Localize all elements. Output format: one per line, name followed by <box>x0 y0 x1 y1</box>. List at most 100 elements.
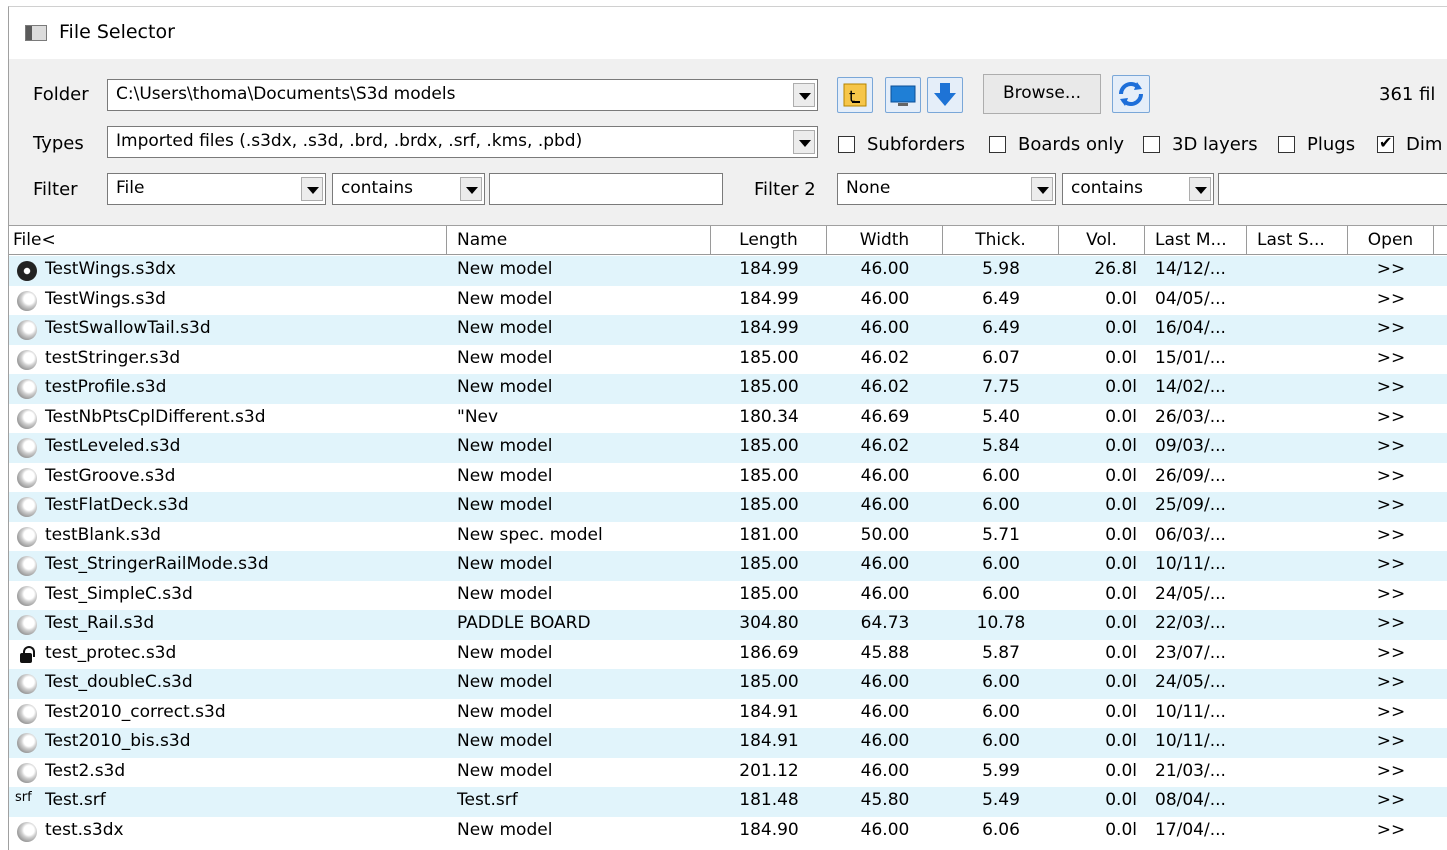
col-header-last-modified[interactable]: Last M... <box>1145 226 1247 255</box>
board-icon <box>17 703 37 724</box>
checkbox-box[interactable] <box>989 136 1006 153</box>
table-row[interactable]: testBlank.s3d New spec. model 181.00 50.00 5… <box>9 522 1447 552</box>
cell-open[interactable]: >> <box>1348 554 1434 574</box>
table-row[interactable]: Test_SimpleC.s3d New model 185.00 46.00 6.00… <box>9 581 1447 611</box>
col-header-name[interactable]: Name <box>447 226 711 255</box>
cell-thick: 6.49 <box>982 318 1020 338</box>
cell-length: 181.48 <box>739 790 799 810</box>
cell-width: 46.00 <box>860 288 910 309</box>
cell-file: test.s3dx <box>45 819 124 840</box>
dim-checkbox[interactable]: Dim <box>1377 133 1442 155</box>
cell-vol: 0.0l <box>1105 495 1137 515</box>
cell-thick: 6.49 <box>982 288 1020 309</box>
filter-field-combo[interactable]: File <box>107 173 326 205</box>
cell-open[interactable]: >> <box>1348 525 1434 545</box>
plugs-checkbox[interactable]: Plugs <box>1278 134 1355 155</box>
cell-open[interactable]: >> <box>1348 731 1434 751</box>
folder-up-icon: t <box>843 83 867 107</box>
cell-width: 46.69 <box>860 406 910 427</box>
col-header-thick[interactable]: Thick. <box>943 226 1059 255</box>
download-button[interactable] <box>927 77 963 113</box>
table-row[interactable]: Test_Rail.s3d PADDLE BOARD 304.80 64.73 10.7… <box>9 610 1447 640</box>
table-row[interactable]: testStringer.s3d New model 185.00 46.02 6.07… <box>9 345 1447 375</box>
chevron-down-icon[interactable] <box>301 177 323 201</box>
browse-button[interactable]: Browse... <box>983 74 1101 114</box>
table-row[interactable]: TestWings.s3d New model 184.99 46.00 6.49 0.0… <box>9 286 1447 316</box>
cell-open[interactable]: >> <box>1348 318 1434 338</box>
table-row[interactable]: srf Test.srf Test.srf 181.48 45.80 5.49 0.0l 08… <box>9 787 1447 817</box>
types-combo[interactable]: Imported files (.s3dx, .s3d, .brd, .brdx… <box>107 126 818 158</box>
table-row[interactable]: TestNbPtsCplDifferent.s3d "Nev 180.34 46.69… <box>9 404 1447 434</box>
cell-open[interactable]: >> <box>1348 790 1434 810</box>
checkbox-box[interactable] <box>1143 136 1160 153</box>
col-header-vol[interactable]: Vol. <box>1059 226 1145 255</box>
cell-open[interactable]: >> <box>1348 495 1434 515</box>
table-row[interactable]: Test_doubleC.s3d New model 185.00 46.00 6.00… <box>9 669 1447 699</box>
cell-open[interactable]: >> <box>1348 466 1434 486</box>
table-row[interactable]: TestLeveled.s3d New model 185.00 46.02 5.84 0… <box>9 433 1447 463</box>
filter-op-combo[interactable]: contains <box>332 173 485 205</box>
lock-icon <box>17 644 37 665</box>
filter2-field-combo[interactable]: None <box>837 173 1056 205</box>
cell-thick: 6.00 <box>982 701 1020 722</box>
cell-open[interactable]: >> <box>1348 348 1434 368</box>
col-header-length[interactable]: Length <box>711 226 827 255</box>
chevron-down-icon[interactable] <box>793 83 815 107</box>
filter2-op-value: contains <box>1071 178 1143 198</box>
cell-open[interactable]: >> <box>1348 613 1434 633</box>
chevron-down-icon[interactable] <box>1031 177 1053 201</box>
cell-open[interactable]: >> <box>1348 436 1434 456</box>
cell-name: New model <box>457 288 553 309</box>
cell-open[interactable]: >> <box>1348 820 1434 840</box>
cell-open[interactable]: >> <box>1348 761 1434 781</box>
cell-open[interactable]: >> <box>1348 259 1434 279</box>
col-header-last-saved[interactable]: Last S... <box>1247 226 1348 255</box>
filter2-op-combo[interactable]: contains <box>1062 173 1214 205</box>
3d-layers-checkbox[interactable]: 3D layers <box>1143 134 1258 155</box>
cell-name: New model <box>457 465 553 486</box>
checkbox-box[interactable] <box>1278 136 1295 153</box>
cell-open[interactable]: >> <box>1348 584 1434 604</box>
filter-text-input[interactable] <box>489 173 723 205</box>
table-row[interactable]: TestSwallowTail.s3d New model 184.99 46.00 6… <box>9 315 1447 345</box>
cell-open[interactable]: >> <box>1348 289 1434 309</box>
cell-thick: 6.00 <box>982 672 1020 692</box>
desktop-button[interactable] <box>885 77 921 113</box>
col-header-width[interactable]: Width <box>827 226 943 255</box>
table-row[interactable]: test_protec.s3d New model 186.69 45.88 5.87 0… <box>9 640 1447 670</box>
board-icon <box>17 320 37 340</box>
chevron-down-icon[interactable] <box>460 177 482 201</box>
checkbox-box[interactable] <box>1377 133 1394 153</box>
cell-open[interactable]: >> <box>1348 702 1434 722</box>
filter2-text-input[interactable] <box>1218 173 1447 205</box>
table-row[interactable]: test.s3dx New model 184.90 46.00 6.06 0.0l 17/… <box>9 817 1447 847</box>
chevron-down-icon[interactable] <box>793 130 815 154</box>
cell-length: 186.69 <box>739 642 799 663</box>
table-row[interactable]: Test2010_correct.s3d New model 184.91 46.00… <box>9 699 1447 729</box>
col-header-file[interactable]: File< <box>9 226 447 255</box>
table-row[interactable]: TestGroove.s3d New model 185.00 46.00 6.00 0.… <box>9 463 1447 493</box>
subfolders-checkbox[interactable]: Subforders <box>838 134 965 155</box>
cell-open[interactable]: >> <box>1348 407 1434 427</box>
cell-lastm: 21/03/... <box>1155 760 1226 781</box>
cell-file: Test_Rail.s3d <box>45 613 155 633</box>
parent-folder-button[interactable]: t <box>837 77 873 113</box>
table-row[interactable]: TestFlatDeck.s3d New model 185.00 46.00 6.00… <box>9 492 1447 522</box>
boards-only-checkbox[interactable]: Boards only <box>989 134 1124 155</box>
cell-open[interactable]: >> <box>1348 672 1434 692</box>
table-row[interactable]: Test_StringerRailMode.s3d New model 185.00… <box>9 551 1447 581</box>
table-row[interactable]: Test2.s3d New model 201.12 46.00 5.99 0.0l 21/… <box>9 758 1447 788</box>
cell-lastm: 26/03/... <box>1155 406 1226 427</box>
cell-open[interactable]: >> <box>1348 643 1434 663</box>
col-header-open[interactable]: Open <box>1348 226 1434 255</box>
chevron-down-icon[interactable] <box>1189 177 1211 201</box>
table-row[interactable]: TestWings.s3dx New model 184.99 46.00 5.98 26… <box>9 256 1447 286</box>
table-row[interactable]: testProfile.s3d New model 185.00 46.02 7.75 0… <box>9 374 1447 404</box>
checkbox-box[interactable] <box>838 136 855 153</box>
table-row[interactable]: Test2010_bis.s3d New model 184.91 46.00 6.00… <box>9 728 1447 758</box>
folder-combo[interactable]: C:\Users\thoma\Documents\S3d models <box>107 79 818 111</box>
refresh-button[interactable] <box>1112 75 1150 113</box>
cell-open[interactable]: >> <box>1348 377 1434 397</box>
cell-lastm: 10/11/... <box>1155 554 1226 574</box>
refresh-icon <box>1119 82 1143 106</box>
